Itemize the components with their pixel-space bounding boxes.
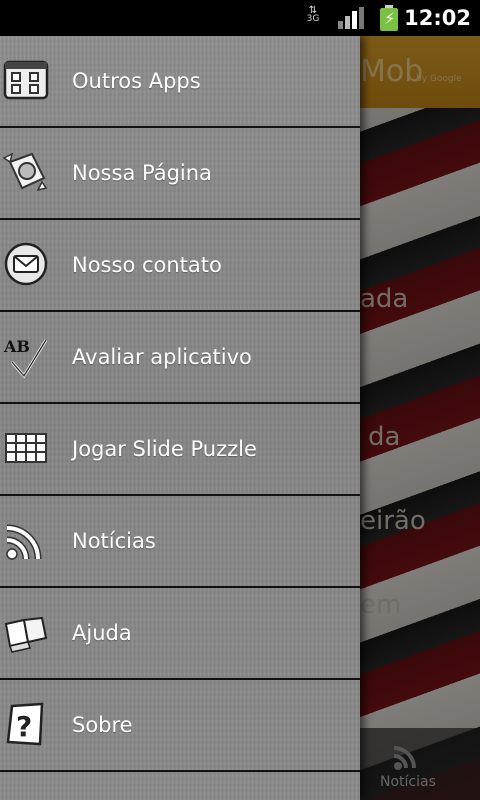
dim-overlay[interactable] — [360, 36, 480, 800]
menu-item-label: Avaliar aplicativo — [72, 345, 252, 369]
menu-item-label: Sobre — [72, 713, 133, 737]
web-page-icon — [2, 152, 48, 192]
menu-item-noticias[interactable]: Notícias — [0, 496, 360, 588]
mail-icon — [4, 242, 48, 286]
help-question-icon: ? — [6, 702, 44, 746]
svg-text:?: ? — [16, 710, 32, 743]
menu-item-avaliar-aplicativo[interactable]: AB Avaliar aplicativo — [0, 312, 360, 404]
menu-item-outros-apps[interactable]: Outros Apps — [0, 36, 360, 128]
svg-text:AB: AB — [3, 337, 30, 356]
menu-item-label: Jogar Slide Puzzle — [72, 437, 257, 461]
menu-item-label: Notícias — [72, 529, 156, 553]
menu-item-label: Nossa Página — [72, 161, 212, 185]
background-app-content[interactable]: Mob by Google ada da eirão em Notícias — [360, 36, 480, 800]
menu-item-label: Ajuda — [72, 621, 132, 645]
status-bar: ⇅ 3G ⚡ 12:02 — [0, 0, 480, 36]
menu-item-sobre[interactable]: ? Sobre — [0, 680, 360, 772]
menu-item-jogar-slide-puzzle[interactable]: Jogar Slide Puzzle — [0, 404, 360, 496]
menu-item-nossa-pagina[interactable]: Nossa Página — [0, 128, 360, 220]
menu-item-label: Outros Apps — [72, 69, 201, 93]
rate-check-icon: AB — [3, 337, 48, 379]
network-indicator: ⇅ 3G — [304, 6, 322, 30]
menu-item-ajuda[interactable]: Ajuda — [0, 588, 360, 680]
menu-item-nosso-contato[interactable]: Nosso contato — [0, 220, 360, 312]
book-icon — [4, 616, 48, 653]
navigation-drawer: Outros Apps Nossa Página Nosso contato A… — [0, 36, 360, 800]
signal-strength-icon — [338, 7, 364, 29]
apps-icon — [3, 60, 49, 100]
battery-charging-icon: ⚡ — [380, 5, 398, 31]
grid-puzzle-icon — [5, 433, 47, 463]
menu-item-label: Nosso contato — [72, 253, 222, 277]
clock: 12:02 — [404, 6, 471, 30]
rss-icon — [6, 524, 42, 560]
